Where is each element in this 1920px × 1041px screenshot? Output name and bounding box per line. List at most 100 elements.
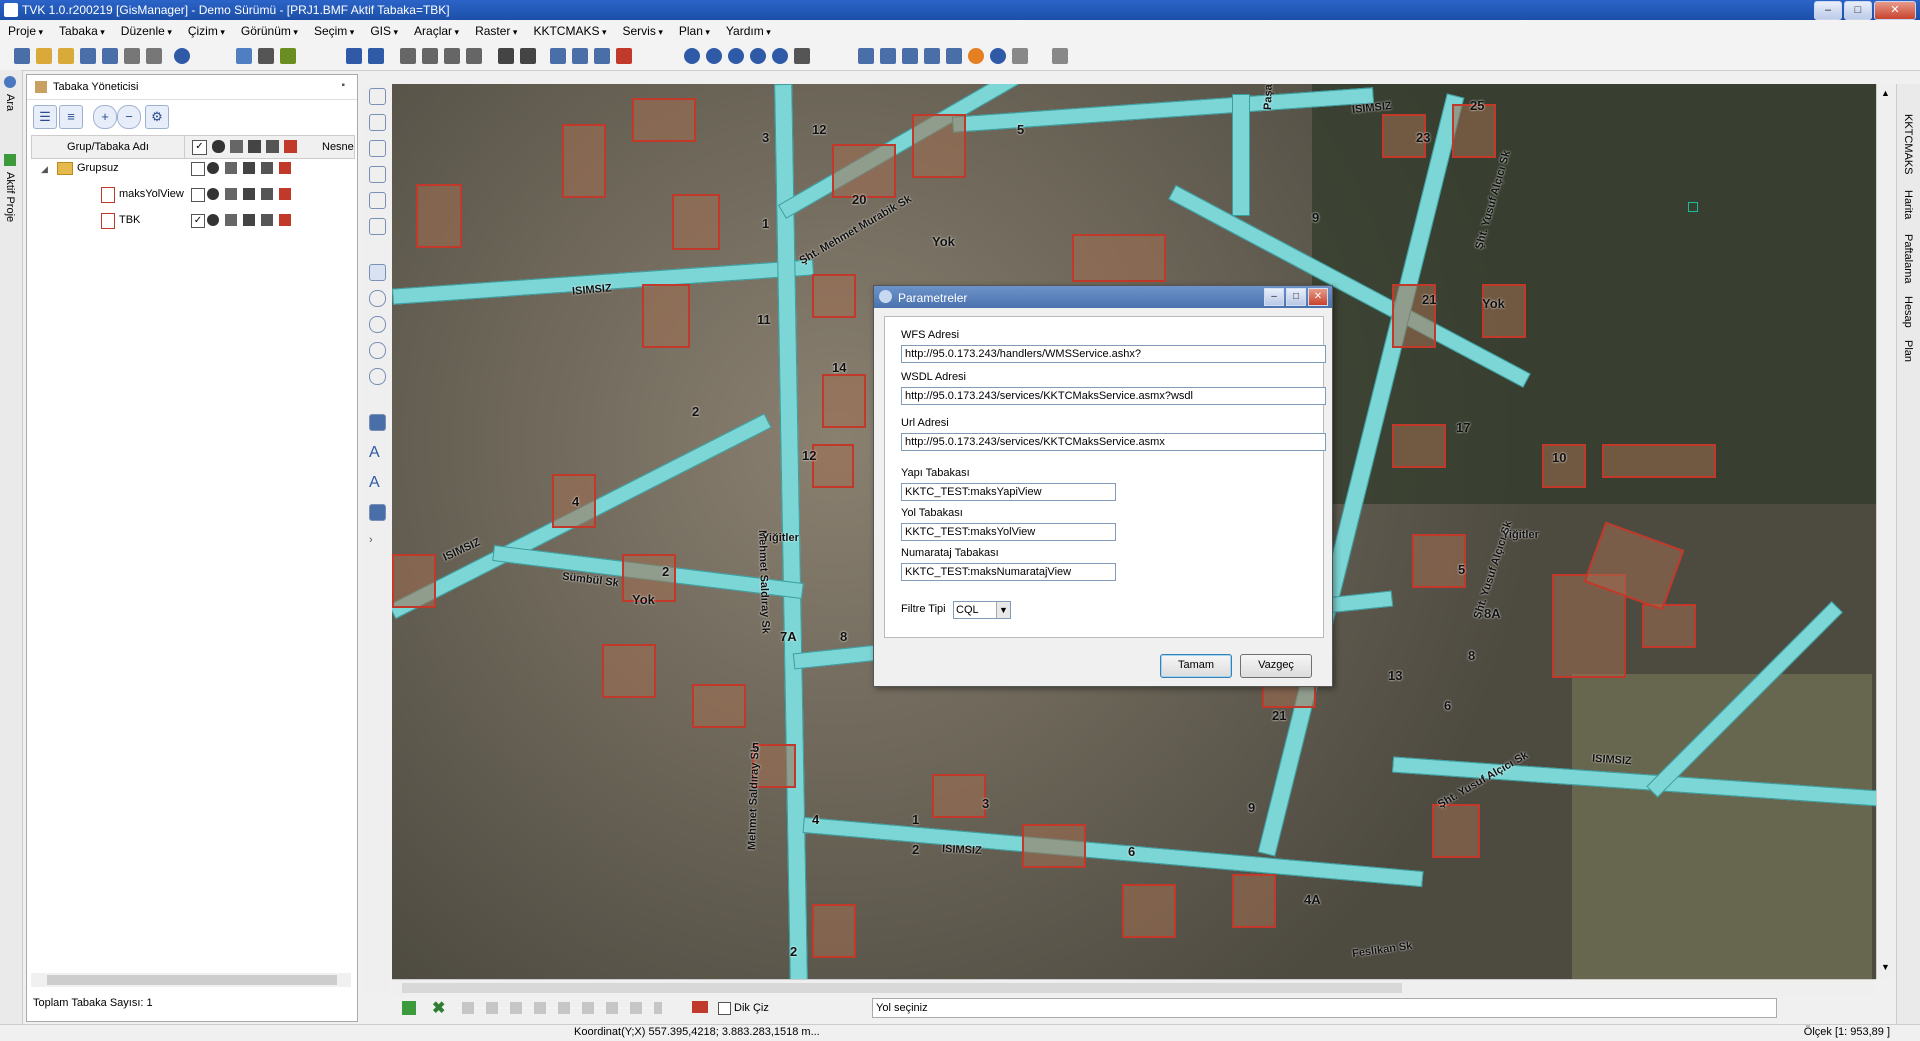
query-icon[interactable] bbox=[990, 48, 1006, 64]
delete-icon[interactable] bbox=[616, 48, 632, 64]
line-icon[interactable] bbox=[369, 114, 386, 131]
print-preview-icon[interactable] bbox=[146, 48, 162, 64]
panel-horizontal-scrollbar[interactable] bbox=[31, 973, 351, 987]
layer-eye-icon[interactable] bbox=[207, 188, 219, 200]
tree-row-maksyolview[interactable]: maksYolView bbox=[31, 183, 353, 209]
scroll-down-icon[interactable]: ▼ bbox=[1881, 962, 1890, 972]
eye-column-icon[interactable] bbox=[212, 140, 225, 153]
scroll-thumb[interactable] bbox=[402, 983, 1402, 993]
properties-icon[interactable] bbox=[280, 48, 296, 64]
collapse-icon[interactable]: ◢ bbox=[41, 164, 48, 175]
layer-print-icon[interactable] bbox=[261, 214, 273, 226]
menu-servis[interactable]: Servis bbox=[614, 24, 670, 38]
save-icon[interactable] bbox=[80, 48, 96, 64]
eraser-icon[interactable] bbox=[520, 48, 536, 64]
cancel-button[interactable]: Vazgeç bbox=[1240, 654, 1312, 678]
table-icon[interactable] bbox=[258, 48, 274, 64]
yapi-layer-input[interactable]: KKTC_TEST:maksYapiView bbox=[901, 483, 1116, 501]
group-snap-icon[interactable] bbox=[243, 162, 255, 174]
pan-center-icon[interactable] bbox=[706, 48, 722, 64]
menu-araclar[interactable]: Araçlar bbox=[406, 24, 467, 38]
layer-delete-icon[interactable] bbox=[279, 188, 291, 200]
dialog-maximize-button[interactable]: □ bbox=[1286, 288, 1306, 306]
select-rect-icon[interactable] bbox=[880, 48, 896, 64]
text-icon[interactable]: A bbox=[369, 444, 384, 461]
plan-tab[interactable]: Plan bbox=[1902, 340, 1914, 362]
save-as-icon[interactable] bbox=[102, 48, 118, 64]
map-vertical-scrollbar[interactable]: ▲ ▼ bbox=[1876, 84, 1895, 979]
scroll-up-icon[interactable]: ▲ bbox=[1881, 88, 1890, 98]
layer-settings-icon[interactable]: ⚙ bbox=[145, 105, 169, 129]
pin-icon[interactable] bbox=[369, 414, 386, 431]
circle-3p-icon[interactable] bbox=[369, 316, 386, 333]
yol-layer-input[interactable]: KKTC_TEST:maksYolView bbox=[901, 523, 1116, 541]
wsdl-input[interactable]: http://95.0.173.243/services/KKTCMaksSer… bbox=[901, 387, 1326, 405]
rotate-icon[interactable] bbox=[572, 48, 588, 64]
filter-type-select[interactable]: CQL ▼ bbox=[953, 601, 1011, 619]
copy-icon[interactable] bbox=[400, 48, 416, 64]
close-button[interactable]: ✕ bbox=[1874, 1, 1916, 20]
group-delete-icon[interactable] bbox=[279, 162, 291, 174]
dik-ciz-checkbox[interactable] bbox=[718, 1002, 731, 1015]
circle-arc-icon[interactable] bbox=[369, 368, 386, 385]
undo-icon[interactable] bbox=[346, 48, 362, 64]
print-icon[interactable] bbox=[124, 48, 140, 64]
arc-icon[interactable] bbox=[369, 192, 386, 209]
deselect-icon[interactable] bbox=[924, 48, 940, 64]
polygon-icon[interactable] bbox=[369, 264, 386, 281]
zoom-in-icon[interactable] bbox=[728, 48, 744, 64]
circle-icon[interactable] bbox=[369, 290, 386, 307]
refresh-icon[interactable] bbox=[594, 48, 610, 64]
ok-button[interactable]: Tamam bbox=[1160, 654, 1232, 678]
numarataj-layer-input[interactable]: KKTC_TEST:maksNumaratajView bbox=[901, 563, 1116, 581]
kktcmaks-tab[interactable]: KKTCMAKS bbox=[1902, 114, 1914, 175]
column-name[interactable]: Grup/Tabaka Adı bbox=[32, 136, 185, 158]
open-project-icon[interactable] bbox=[58, 48, 74, 64]
polyline-icon[interactable] bbox=[369, 140, 386, 157]
layer-lock-icon[interactable] bbox=[225, 214, 237, 226]
spell-check-icon[interactable] bbox=[1012, 48, 1028, 64]
minimize-button[interactable]: – bbox=[1814, 1, 1842, 20]
help-icon[interactable] bbox=[968, 48, 984, 64]
menu-proje[interactable]: Proje bbox=[0, 24, 51, 38]
print-column-icon[interactable] bbox=[266, 140, 279, 153]
menu-raster[interactable]: Raster bbox=[467, 24, 525, 38]
redraw-icon[interactable] bbox=[684, 48, 700, 64]
command-prompt[interactable]: Yol seçiniz bbox=[872, 998, 1777, 1018]
hand-icon[interactable] bbox=[794, 48, 810, 64]
zoom-window-icon[interactable] bbox=[772, 48, 788, 64]
dialog-close-button[interactable]: ✕ bbox=[1308, 288, 1328, 306]
text-along-icon[interactable]: A bbox=[369, 474, 384, 491]
menu-tabaka[interactable]: Tabaka bbox=[51, 24, 113, 38]
tree-expand-icon[interactable]: ≡ bbox=[59, 105, 83, 129]
paste-icon[interactable] bbox=[444, 48, 460, 64]
filter-icon[interactable] bbox=[1052, 48, 1068, 64]
cancel-icon[interactable]: ✖ bbox=[432, 998, 445, 1018]
spline-icon[interactable] bbox=[369, 166, 386, 183]
map-horizontal-scrollbar[interactable] bbox=[392, 979, 1876, 996]
chevron-down-icon[interactable]: ▼ bbox=[996, 602, 1010, 618]
eraser-icon[interactable] bbox=[692, 1001, 708, 1013]
harita-tab[interactable]: Harita bbox=[1902, 190, 1914, 219]
pin-icon[interactable]: ▪ bbox=[341, 80, 345, 91]
search-icon[interactable] bbox=[4, 76, 16, 88]
zoom-out-icon[interactable] bbox=[750, 48, 766, 64]
layer-snap-icon[interactable] bbox=[243, 188, 255, 200]
menu-gorunum[interactable]: Görünüm bbox=[233, 24, 306, 38]
layer-delete-icon[interactable] bbox=[279, 214, 291, 226]
clone-icon[interactable] bbox=[466, 48, 482, 64]
layer-lock-icon[interactable] bbox=[225, 188, 237, 200]
select-icon[interactable] bbox=[858, 48, 874, 64]
wfs-input[interactable]: http://95.0.173.243/handlers/WMSService.… bbox=[901, 345, 1326, 363]
snap-tools[interactable] bbox=[462, 1002, 662, 1014]
menu-secim[interactable]: Seçim bbox=[306, 24, 362, 38]
chevron-right-icon[interactable]: › bbox=[369, 534, 384, 549]
snap-column-icon[interactable] bbox=[248, 140, 261, 153]
menu-gis[interactable]: GIS bbox=[362, 24, 406, 38]
layer-print-icon[interactable] bbox=[261, 188, 273, 200]
menu-duzenle[interactable]: Düzenle bbox=[113, 24, 180, 38]
move-icon[interactable] bbox=[550, 48, 566, 64]
visible-column-icon[interactable]: ✓ bbox=[192, 140, 207, 155]
dialog-minimize-button[interactable]: – bbox=[1264, 288, 1284, 306]
add-layer-icon[interactable]: + bbox=[93, 105, 117, 129]
